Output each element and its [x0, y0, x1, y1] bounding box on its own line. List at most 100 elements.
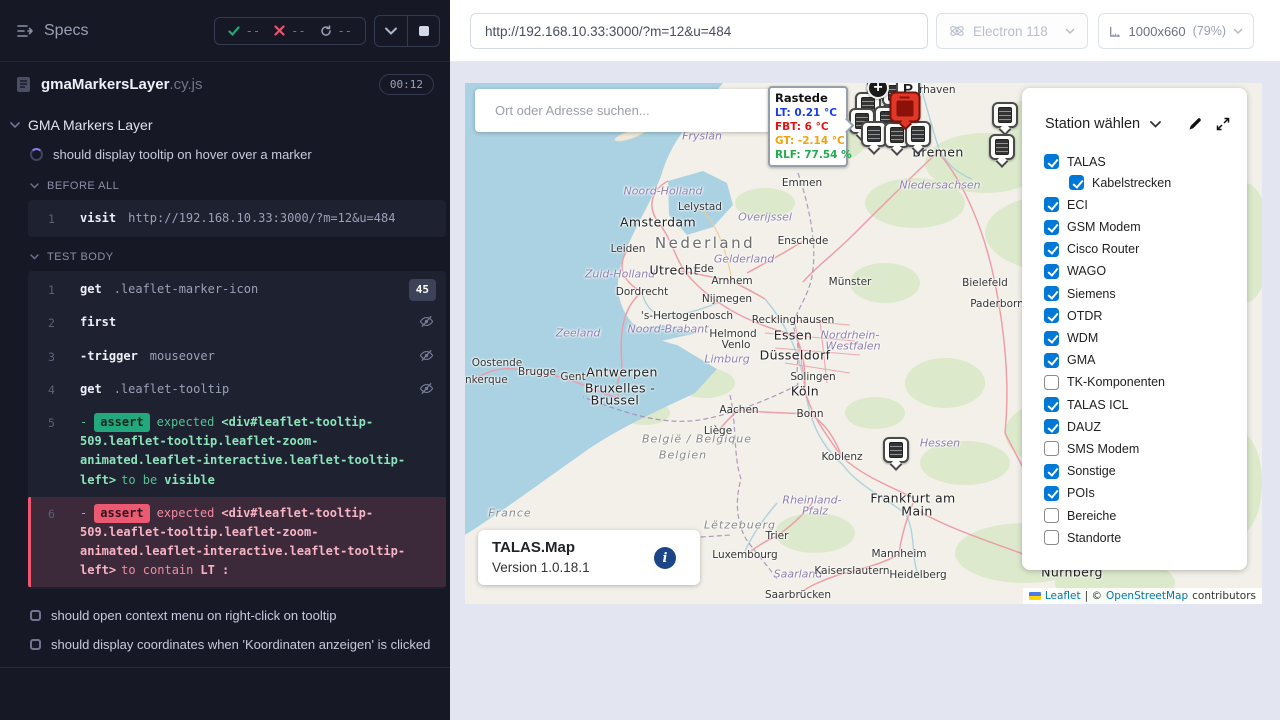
chevron-down-icon [385, 27, 397, 35]
stop-run-button[interactable] [407, 16, 439, 46]
layer-checkbox[interactable] [1044, 508, 1059, 523]
layer-toggle-row[interactable]: TALAS ICL [1034, 397, 1235, 412]
layer-checkbox[interactable] [1044, 308, 1059, 323]
chevron-down-icon[interactable] [1150, 121, 1161, 128]
layer-label: Kabelstrecken [1092, 176, 1171, 190]
layer-checkbox[interactable] [1044, 441, 1059, 456]
layer-checkbox[interactable] [1044, 220, 1059, 235]
restart-icon [320, 25, 332, 37]
command-row[interactable]: 5 -assertexpected<div#leaflet-tooltip-50… [28, 406, 446, 497]
specs-label[interactable]: Specs [44, 22, 88, 40]
layer-toggle-row[interactable]: TK-Komponenten [1034, 375, 1235, 390]
map-label: Kaiserslautern [814, 565, 889, 577]
layer-toggle-row[interactable]: Standorte [1034, 530, 1235, 545]
osm-link[interactable]: OpenStreetMap [1106, 590, 1188, 602]
map-label: Nijmegen [702, 293, 752, 305]
map-marker[interactable] [890, 92, 921, 123]
map-marker[interactable] [883, 437, 909, 463]
station-select-title[interactable]: Station wählen [1045, 116, 1140, 132]
collapse-all-button[interactable] [375, 16, 407, 46]
layer-checkbox[interactable] [1044, 486, 1059, 501]
ukraine-flag-icon [1029, 592, 1041, 600]
section-test-body[interactable]: TEST BODY [0, 241, 450, 269]
map-label: België / Belgique [642, 433, 752, 446]
layer-toggle-row[interactable]: Cisco Router [1034, 242, 1235, 257]
layer-toggle-row[interactable]: Sonstige [1034, 464, 1235, 479]
layer-checkbox[interactable] [1044, 264, 1059, 279]
section-before-all[interactable]: BEFORE ALL [0, 170, 450, 198]
layer-checkbox[interactable] [1044, 242, 1059, 257]
layer-checkbox[interactable] [1044, 197, 1059, 212]
edit-pencil-icon[interactable] [1187, 116, 1203, 132]
layer-toggle-row[interactable]: Kabelstrecken [1034, 175, 1235, 190]
layer-toggle-row[interactable]: GSM Modem [1034, 220, 1235, 235]
layer-toggle-row[interactable]: DAUZ [1034, 419, 1235, 434]
map-label: Essen [774, 328, 813, 343]
run-stats: -- -- -- [214, 17, 366, 45]
layer-checkbox[interactable] [1044, 353, 1059, 368]
layer-label: Cisco Router [1067, 242, 1139, 256]
spec-file-row[interactable]: gmaMarkersLayer .cy.js 00:12 [0, 62, 450, 107]
specs-menu-icon[interactable] [16, 23, 34, 39]
command-row[interactable]: 2 first [28, 306, 446, 339]
map-marker[interactable] [992, 102, 1018, 128]
layer-toggle-row[interactable]: TALAS [1034, 154, 1235, 169]
map-label: Emmen [782, 177, 822, 189]
command-row[interactable]: 1 visithttp://192.168.10.33:3000/?m=12&u… [28, 202, 446, 235]
layer-checkbox[interactable] [1044, 286, 1059, 301]
layer-toggle-row[interactable]: GMA [1034, 353, 1235, 368]
layer-toggle-row[interactable]: Siemens [1034, 286, 1235, 301]
layer-checkbox[interactable] [1044, 530, 1059, 545]
map-marker[interactable] [989, 134, 1015, 160]
layer-toggle-row[interactable]: SMS Modem [1034, 441, 1235, 456]
layer-checkbox[interactable] [1044, 154, 1059, 169]
command-number: 6 [48, 505, 55, 523]
map-label: Venlo [722, 339, 751, 351]
layer-toggle-row[interactable]: WAGO [1034, 264, 1235, 279]
chevron-down-icon [30, 183, 39, 189]
layer-toggle-row[interactable]: WDM [1034, 331, 1235, 346]
command-row[interactable]: 6 -assertexpected<div#leaflet-tooltip-50… [28, 497, 446, 588]
active-test-row[interactable]: should display tooltip on hover over a m… [0, 139, 450, 170]
browser-selector[interactable]: Electron 118 [936, 13, 1088, 49]
map-label: Brugge [518, 366, 556, 378]
browser-stage: http://192.168.10.33:3000/?m=12&u=484 El… [450, 0, 1280, 720]
map-label: Trier [766, 530, 789, 542]
viewport-size: 1000x660 [1129, 24, 1186, 39]
layer-checkbox[interactable] [1044, 464, 1059, 479]
leaflet-link[interactable]: Leaflet [1045, 590, 1081, 602]
pending-test-title: should display coordinates when 'Koordin… [51, 637, 430, 652]
layer-label: WDM [1067, 331, 1098, 345]
layer-toggle-row[interactable]: POIs [1034, 486, 1235, 501]
layer-checkbox[interactable] [1044, 419, 1059, 434]
map-label: Hessen [920, 437, 960, 450]
layer-checkbox[interactable] [1044, 331, 1059, 346]
run-timer: 00:12 [379, 74, 434, 95]
assert-value: LT : [200, 563, 229, 577]
section-label: BEFORE ALL [47, 180, 119, 192]
layer-checkbox[interactable] [1044, 375, 1059, 390]
command-message: .leaflet-marker-icon [114, 282, 259, 296]
layer-label: POIs [1067, 486, 1095, 500]
fullscreen-icon[interactable] [1215, 116, 1231, 132]
layer-checkbox[interactable] [1069, 175, 1084, 190]
suite-row[interactable]: GMA Markers Layer [0, 107, 450, 139]
pending-test-row[interactable]: should open context menu on right-click … [0, 601, 450, 630]
command-row[interactable]: 4 get.leaflet-tooltip [28, 373, 446, 406]
layer-toggle-row[interactable]: OTDR [1034, 308, 1235, 323]
command-row[interactable]: 1 get.leaflet-marker-icon 45 [28, 273, 446, 306]
pending-test-row[interactable]: should display coordinates when 'Koordin… [0, 630, 450, 659]
layer-label: Standorte [1067, 531, 1121, 545]
info-icon[interactable]: i [654, 547, 676, 569]
map-label: Luxembourg [712, 549, 777, 561]
section-label: TEST BODY [47, 251, 114, 263]
viewport-selector[interactable]: 1000x660 (79%) [1098, 13, 1254, 49]
leaflet-map[interactable]: FryslânNoord-HollandLelystadAmsterdamOve… [465, 83, 1262, 604]
layer-toggle-row[interactable]: ECI [1034, 197, 1235, 212]
map-marker[interactable]: + [867, 83, 889, 99]
command-row[interactable]: 3 -triggermouseover [28, 340, 446, 373]
layer-toggle-row[interactable]: Bereiche [1034, 508, 1235, 523]
url-input[interactable]: http://192.168.10.33:3000/?m=12&u=484 [470, 13, 928, 49]
layer-checkbox[interactable] [1044, 397, 1059, 412]
address-search-input[interactable] [475, 89, 775, 132]
